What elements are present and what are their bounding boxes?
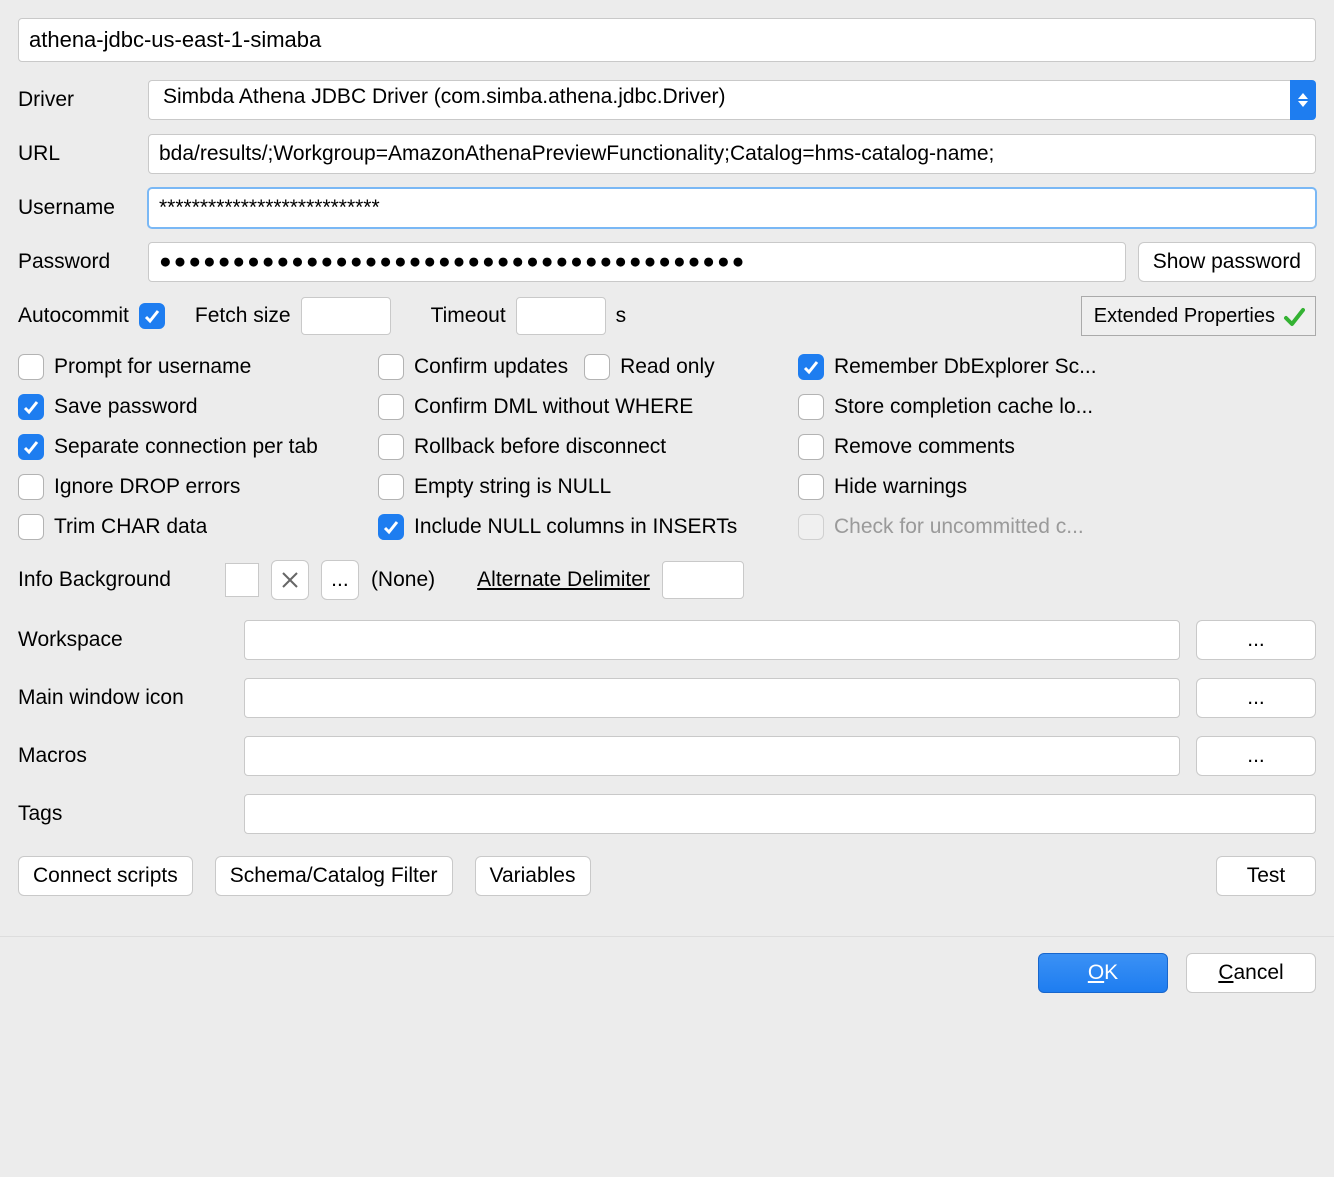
check-uncommitted-option: Check for uncommitted c... (798, 514, 1316, 540)
autocommit-label: Autocommit (18, 304, 129, 328)
url-label: URL (18, 142, 136, 166)
cancel-button[interactable]: Cancel (1186, 953, 1316, 993)
username-input[interactable] (148, 188, 1316, 228)
ok-button[interactable]: OK (1038, 953, 1168, 993)
include-null-option[interactable]: Include NULL columns in INSERTs (378, 514, 798, 540)
workspace-input[interactable] (244, 620, 1180, 660)
profile-name-input[interactable] (18, 18, 1316, 62)
alternate-delimiter-input[interactable] (662, 561, 744, 599)
main-window-icon-input[interactable] (244, 678, 1180, 718)
test-button[interactable]: Test (1216, 856, 1316, 896)
store-cache-option[interactable]: Store completion cache lo... (798, 394, 1316, 420)
workspace-browse-button[interactable]: ... (1196, 620, 1316, 660)
read-only-option[interactable]: Read only (584, 354, 715, 380)
timeout-input[interactable] (516, 297, 606, 335)
confirm-updates-option[interactable]: Confirm updates (378, 354, 568, 380)
ignore-drop-option[interactable]: Ignore DROP errors (18, 474, 378, 500)
info-bg-clear-button[interactable] (271, 560, 309, 600)
remember-schema-option[interactable]: Remember DbExplorer Sc... (798, 354, 1316, 380)
timeout-unit-label: s (616, 304, 627, 328)
prompt-username-option[interactable]: Prompt for username (18, 354, 378, 380)
macros-label: Macros (18, 744, 228, 768)
remove-comments-option[interactable]: Remove comments (798, 434, 1316, 460)
url-input[interactable] (148, 134, 1316, 174)
schema-filter-button[interactable]: Schema/Catalog Filter (215, 856, 453, 896)
fetch-size-label: Fetch size (195, 304, 291, 328)
workspace-label: Workspace (18, 628, 228, 652)
timeout-label: Timeout (431, 304, 506, 328)
select-arrow-icon (1290, 80, 1316, 120)
info-background-label: Info Background (18, 568, 171, 592)
show-password-button[interactable]: Show password (1138, 242, 1316, 282)
driver-label: Driver (18, 88, 136, 112)
macros-input[interactable] (244, 736, 1180, 776)
password-label: Password (18, 250, 136, 274)
trim-char-option[interactable]: Trim CHAR data (18, 514, 378, 540)
connect-scripts-button[interactable]: Connect scripts (18, 856, 193, 896)
save-password-option[interactable]: Save password (18, 394, 378, 420)
username-label: Username (18, 196, 136, 220)
main-window-icon-label: Main window icon (18, 686, 228, 710)
info-bg-none-label: (None) (371, 568, 435, 592)
checkmark-icon (1283, 306, 1303, 326)
fetch-size-input[interactable] (301, 297, 391, 335)
extended-properties-label: Extended Properties (1094, 305, 1275, 328)
driver-select[interactable]: Simbda Athena JDBC Driver (com.simba.ath… (148, 80, 1316, 120)
password-input[interactable] (148, 242, 1126, 282)
hide-warnings-option[interactable]: Hide warnings (798, 474, 1316, 500)
info-bg-pick-button[interactable]: ... (321, 560, 359, 600)
variables-button[interactable]: Variables (475, 856, 591, 896)
rollback-disconnect-option[interactable]: Rollback before disconnect (378, 434, 798, 460)
empty-null-option[interactable]: Empty string is NULL (378, 474, 798, 500)
driver-value: Simbda Athena JDBC Driver (com.simba.ath… (148, 80, 1290, 120)
confirm-dml-option[interactable]: Confirm DML without WHERE (378, 394, 798, 420)
tags-input[interactable] (244, 794, 1316, 834)
separate-connection-option[interactable]: Separate connection per tab (18, 434, 378, 460)
alternate-delimiter-label[interactable]: Alternate Delimiter (477, 568, 650, 592)
extended-properties-button[interactable]: Extended Properties (1081, 296, 1316, 336)
autocommit-checkbox[interactable] (139, 303, 165, 329)
info-bg-color-swatch[interactable] (225, 563, 259, 597)
macros-browse-button[interactable]: ... (1196, 736, 1316, 776)
main-window-icon-browse-button[interactable]: ... (1196, 678, 1316, 718)
tags-label: Tags (18, 802, 228, 826)
